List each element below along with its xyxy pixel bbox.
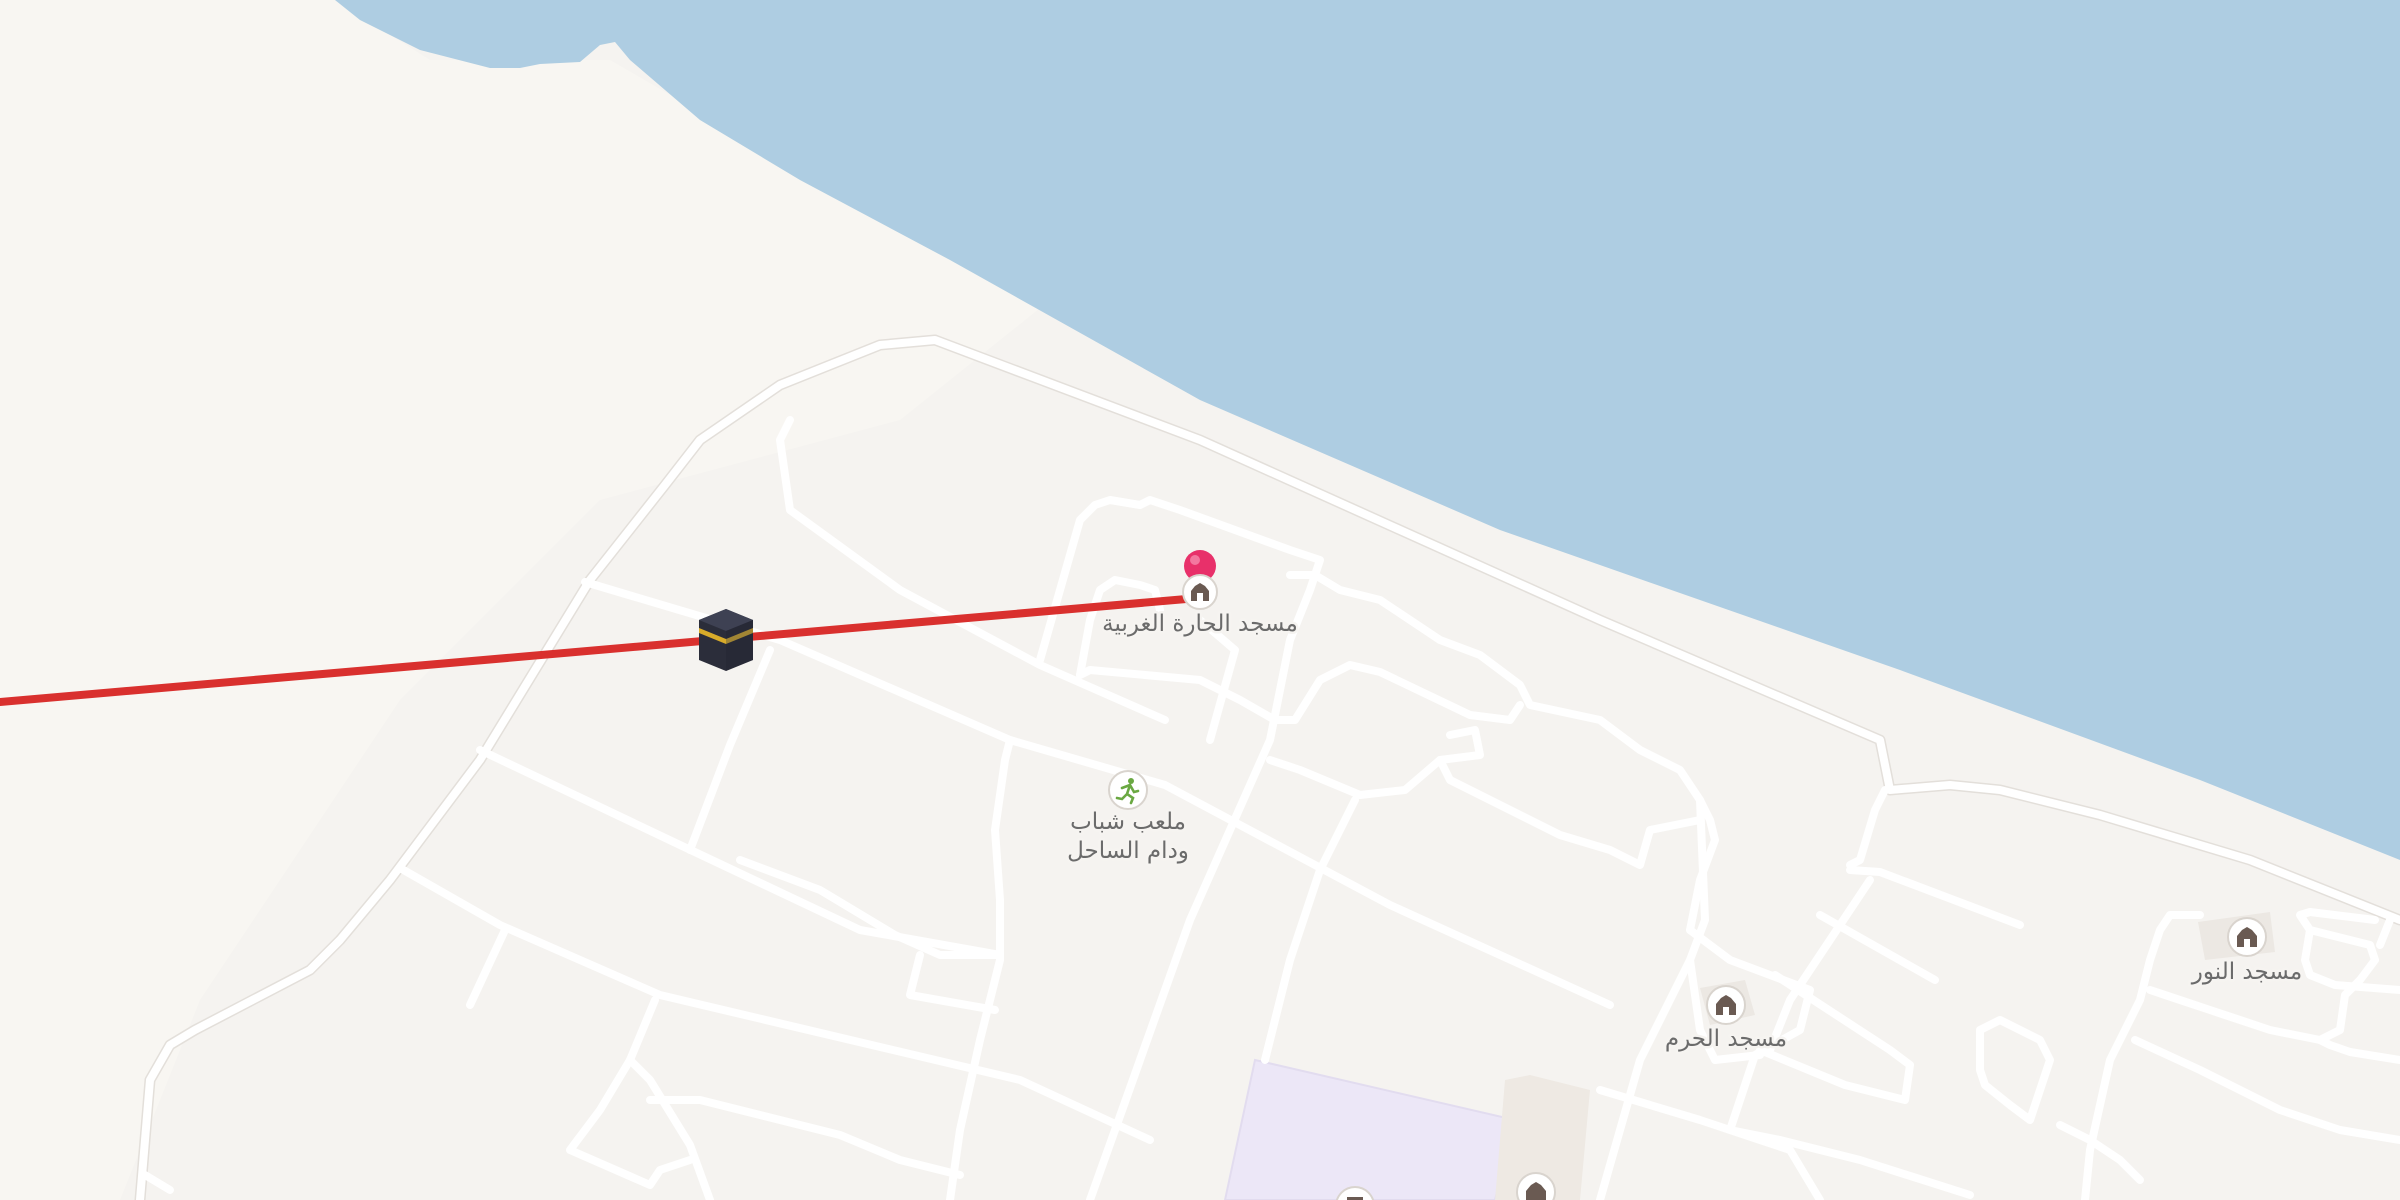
poi-label-line1: ملعب شباب: [1070, 809, 1186, 835]
mosque-icon: [1182, 574, 1218, 610]
poi-label: مسجد النور: [2191, 959, 2302, 985]
mosque-icon: [1706, 985, 1746, 1025]
kaaba-icon: [699, 609, 753, 671]
poi-label: مسجد الحارة الغربية: [1102, 611, 1298, 637]
running-person-icon: [1108, 770, 1148, 810]
map-canvas[interactable]: مسجد الحارة الغربية ملعب شباب ودام الساح…: [0, 0, 2400, 1200]
poi-label: مسجد الحرم: [1665, 1026, 1787, 1052]
mosque-icon: [2227, 917, 2267, 957]
poi-label-line2: ودام الساحل: [1067, 838, 1189, 864]
